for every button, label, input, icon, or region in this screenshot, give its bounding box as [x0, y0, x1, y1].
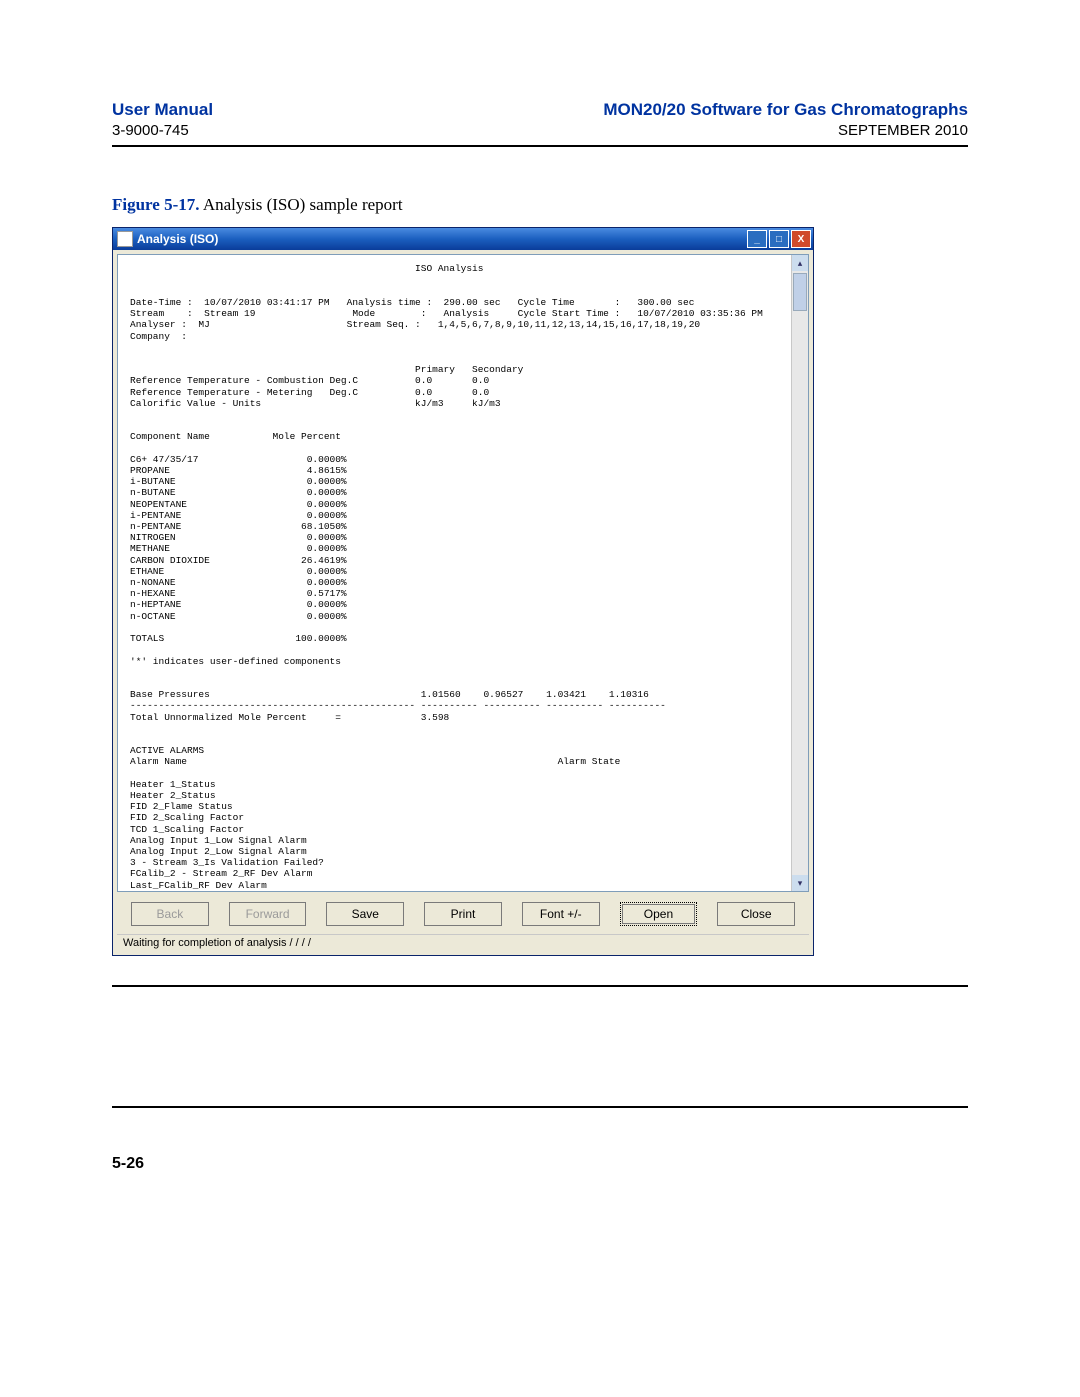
print-button[interactable]: Print: [424, 902, 502, 926]
scroll-down-icon[interactable]: ▾: [792, 875, 808, 891]
scroll-up-icon[interactable]: ▴: [792, 255, 808, 271]
back-button[interactable]: Back: [131, 902, 209, 926]
vertical-scrollbar[interactable]: ▴ ▾: [791, 255, 808, 891]
minimize-button[interactable]: _: [747, 230, 767, 248]
header-left-sub: 3-9000-745: [112, 122, 189, 139]
close-button[interactable]: Close: [717, 902, 795, 926]
analysis-window: Analysis (ISO) _ □ X ISO Analysis Date-T…: [112, 227, 814, 956]
figure-text: Analysis (ISO) sample report: [203, 195, 403, 214]
bottom-rule: [112, 1106, 968, 1108]
figure-caption: Figure 5-17. Analysis (ISO) sample repor…: [112, 195, 968, 215]
save-button[interactable]: Save: [326, 902, 404, 926]
header-right-sub: SEPTEMBER 2010: [838, 122, 968, 139]
open-button[interactable]: Open: [620, 902, 698, 926]
page-number: 5-26: [112, 1155, 144, 1173]
header-left-title: User Manual: [112, 100, 213, 120]
figure-number: Figure 5-17.: [112, 195, 200, 214]
app-icon: [117, 231, 133, 247]
client-area: ISO Analysis Date-Time : 10/07/2010 03:4…: [113, 250, 813, 955]
window-title: Analysis (ISO): [137, 232, 218, 246]
maximize-button[interactable]: □: [769, 230, 789, 248]
close-window-button[interactable]: X: [791, 230, 811, 248]
button-row: Back Forward Save Print Font +/- Open Cl…: [117, 892, 809, 934]
mid-rule: [112, 985, 968, 987]
scroll-thumb[interactable]: [793, 273, 807, 311]
header-rule: [112, 145, 968, 147]
titlebar[interactable]: Analysis (ISO) _ □ X: [113, 228, 813, 250]
report-text: ISO Analysis Date-Time : 10/07/2010 03:4…: [118, 255, 808, 891]
header-right-title: MON20/20 Software for Gas Chromatographs: [603, 100, 968, 120]
font-button[interactable]: Font +/-: [522, 902, 600, 926]
statusbar: Waiting for completion of analysis / / /…: [117, 934, 809, 951]
forward-button[interactable]: Forward: [229, 902, 307, 926]
